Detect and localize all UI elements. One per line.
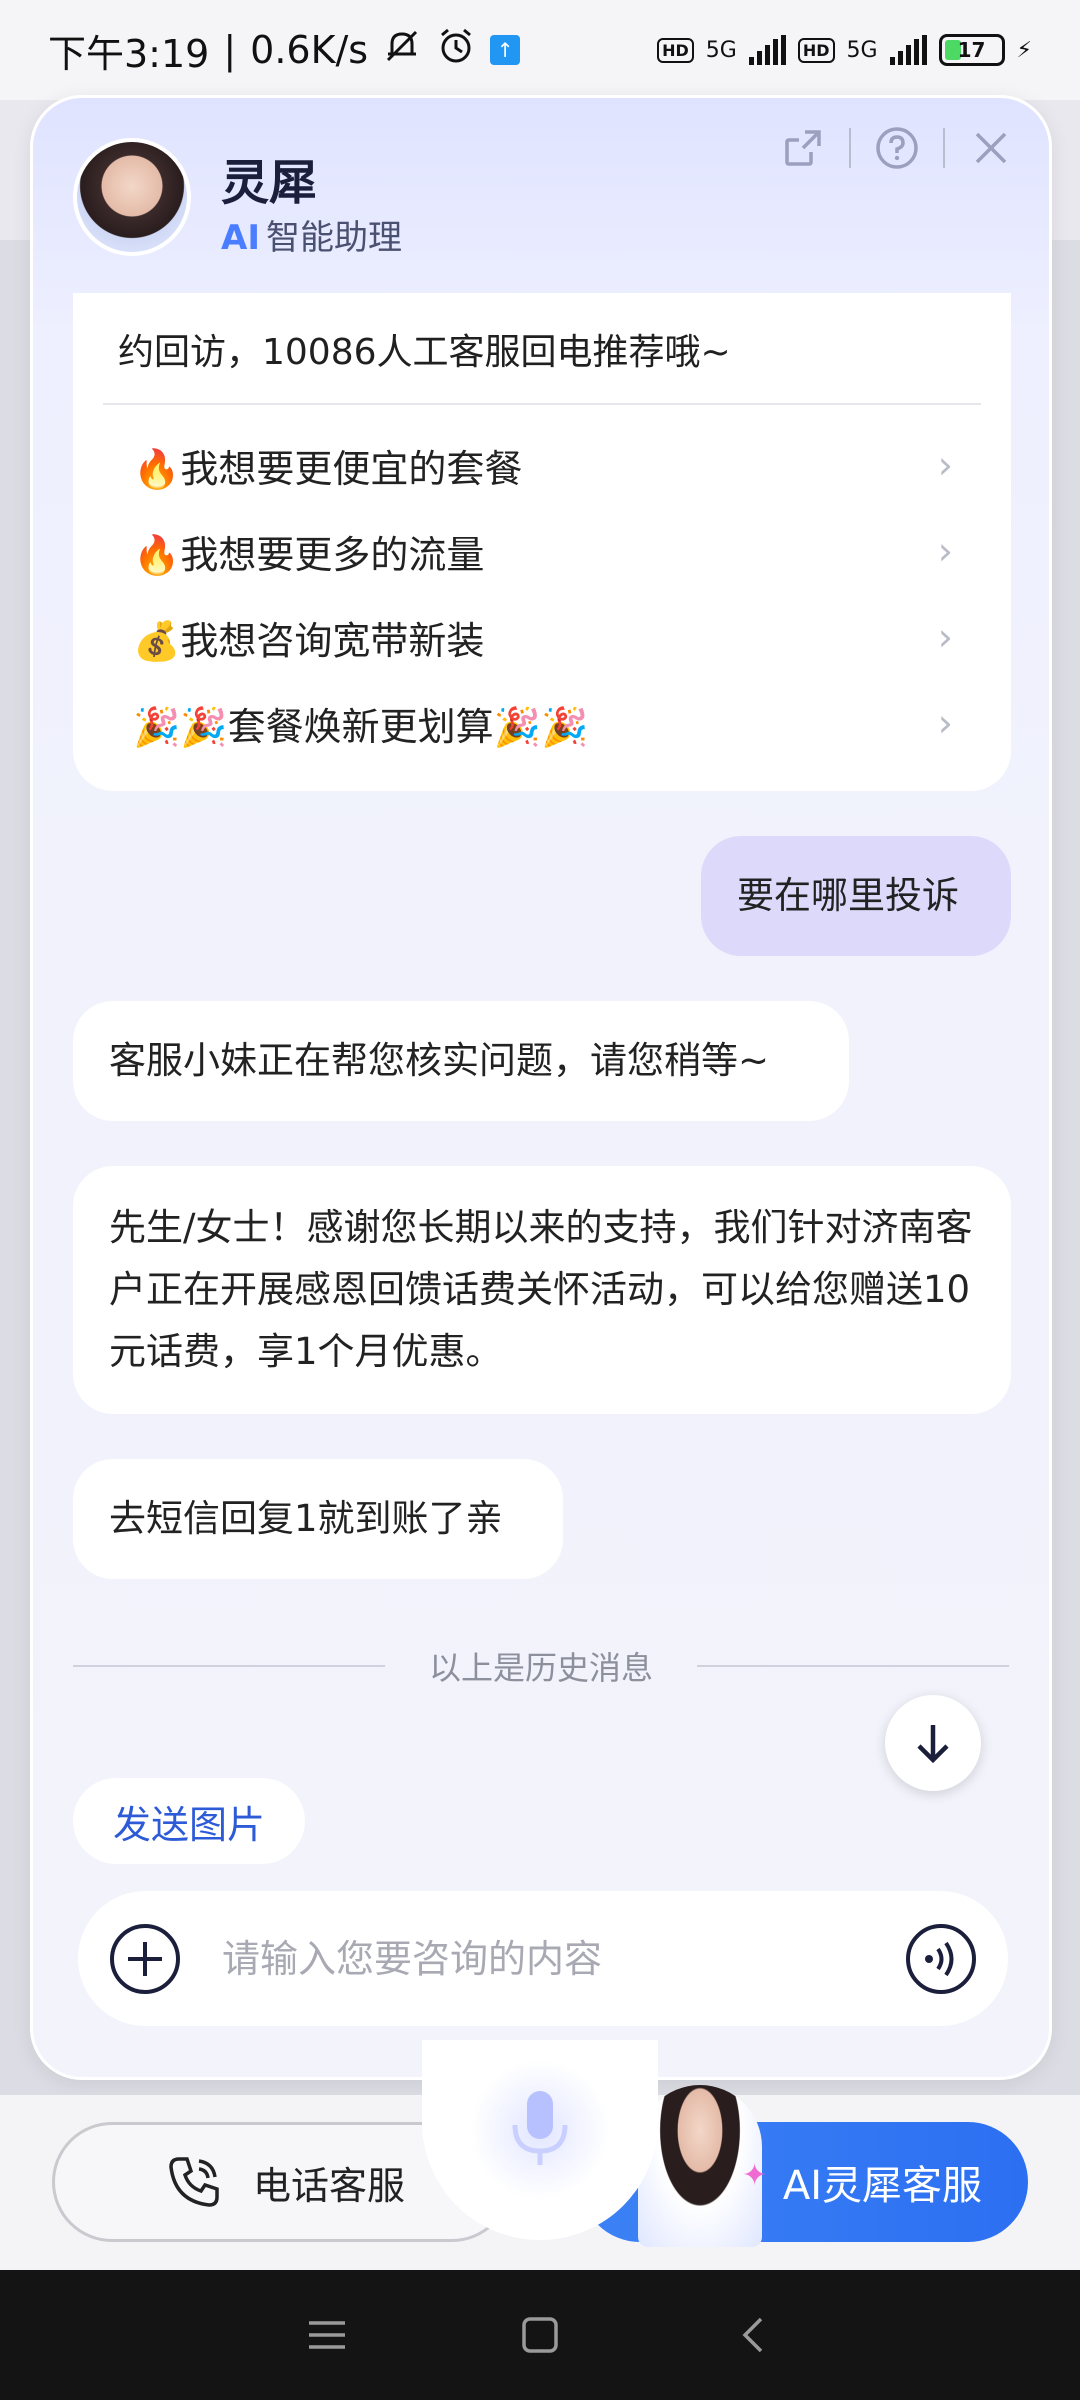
charging-icon: ⚡ — [1016, 37, 1032, 63]
header-separator — [943, 128, 945, 168]
bot-message: 先生/女士！感谢您长期以来的支持，我们针对济南客户正在开展感恩回馈话费关怀活动，… — [73, 1166, 1011, 1414]
voice-input-icon[interactable] — [904, 1922, 978, 1996]
quick-item-label: 套餐焕新更划算🎉🎉 — [227, 704, 589, 749]
status-bar: 下午3:19 | 0.6K/s ↑ HD 5G HD 5G 17 ⚡ — [0, 0, 1080, 100]
system-navigation-bar — [0, 2270, 1080, 2400]
upload-notification-icon: ↑ — [490, 35, 521, 65]
panel-header: 灵犀 AI 智能助理 — [33, 98, 1049, 293]
quick-item-broadband[interactable]: 💰我想咨询宽带新装 › — [133, 605, 953, 669]
chat-history[interactable]: 约回访，10086人工客服回电推荐哦~ 🔥我想要更便宜的套餐 › 🔥我想要更多的… — [33, 293, 1049, 1833]
assistant-panel: 灵犀 AI 智能助理 约回访，10086人工客服回电推荐哦~ 🔥我想要更便宜的套餐… — [30, 95, 1052, 2080]
history-divider-text: 以上是历史消息 — [429, 1649, 654, 1687]
quick-item-text: 🔥我想要更便宜的套餐 — [133, 438, 522, 493]
fire-icon: 🔥 — [133, 446, 181, 491]
phone-icon — [169, 2157, 219, 2207]
assistant-subtitle-text: 智能助理 — [265, 218, 402, 258]
network-label-1: 5G — [705, 37, 737, 63]
chevron-right-icon: › — [937, 443, 953, 487]
quick-item-label: 我想咨询宽带新装 — [180, 618, 485, 663]
phone-service-label: 电话客服 — [253, 2163, 406, 2208]
assistant-title: 灵犀 — [221, 155, 318, 211]
quick-reply-card: 约回访，10086人工客服回电推荐哦~ 🔥我想要更便宜的套餐 › 🔥我想要更多的… — [73, 293, 1011, 791]
chevron-right-icon: › — [937, 529, 953, 573]
status-speed: 0.6K/s — [250, 28, 369, 72]
bot-message: 客服小妹正在帮您核实问题，请您稍等~ — [73, 1001, 849, 1121]
party-popper-icon: 🎉🎉 — [133, 704, 228, 749]
battery-level: 17 — [957, 38, 986, 62]
status-time: 下午3:19 — [48, 31, 210, 76]
assistant-avatar — [73, 138, 191, 256]
signal-icon-2 — [889, 35, 927, 65]
alarm-icon — [436, 26, 476, 75]
quick-item-text: 💰我想咨询宽带新装 — [133, 610, 484, 665]
divider-line — [73, 1665, 385, 1667]
quick-item-more-data[interactable]: 🔥我想要更多的流量 › — [133, 519, 953, 583]
assistant-subtitle: AI 智能助理 — [221, 210, 402, 259]
quick-item-plan-upgrade[interactable]: 🎉🎉套餐焕新更划算🎉🎉 › — [133, 691, 953, 755]
help-icon[interactable] — [869, 120, 925, 176]
quick-item-label: 我想要更便宜的套餐 — [180, 446, 523, 491]
header-separator — [849, 128, 851, 168]
hd-badge-2: HD — [797, 37, 835, 63]
battery-icon: 17 — [938, 34, 1005, 66]
arrow-down-icon — [917, 1725, 949, 1764]
status-right: HD 5G HD 5G 17 ⚡ — [657, 34, 1032, 66]
scroll-to-bottom-button[interactable] — [885, 1695, 981, 1791]
home-icon[interactable] — [510, 2305, 570, 2365]
send-image-button[interactable]: 发送图片 — [73, 1778, 306, 1864]
money-bag-icon: 💰 — [133, 618, 181, 663]
ai-tag: AI — [221, 218, 260, 258]
history-divider: 以上是历史消息 — [73, 1643, 1010, 1689]
quick-item-text: 🎉🎉套餐焕新更划算🎉🎉 — [133, 696, 588, 751]
quick-item-text: 🔥我想要更多的流量 — [133, 524, 484, 579]
status-separator: | — [223, 28, 237, 72]
network-label-2: 5G — [846, 37, 878, 63]
menu-icon[interactable] — [297, 2305, 357, 2365]
signal-icon-1 — [748, 35, 786, 65]
add-icon[interactable] — [108, 1922, 182, 1996]
header-actions — [775, 120, 1019, 176]
share-icon[interactable] — [775, 120, 831, 176]
ai-service-label: AI灵犀客服 — [782, 2163, 982, 2209]
quick-item-label: 我想要更多的流量 — [180, 532, 485, 577]
quick-item-cheaper-plan[interactable]: 🔥我想要更便宜的套餐 › — [133, 433, 953, 497]
bot-message: 去短信回复1就到账了亲 — [73, 1459, 563, 1579]
fire-icon: 🔥 — [133, 532, 181, 577]
close-icon[interactable] — [963, 120, 1019, 176]
microphone-button[interactable] — [470, 2060, 610, 2200]
chevron-right-icon: › — [937, 701, 953, 745]
divider-line — [697, 1665, 1010, 1667]
hd-badge-1: HD — [657, 37, 694, 63]
microphone-icon — [512, 2091, 568, 2165]
user-message: 要在哪里投诉 — [701, 836, 1011, 956]
chevron-right-icon: › — [937, 615, 953, 659]
back-icon[interactable] — [723, 2305, 783, 2365]
mute-bell-icon — [382, 26, 422, 75]
card-divider — [103, 403, 981, 405]
message-composer — [78, 1891, 1008, 2026]
card-intro-text: 约回访，10086人工客服回电推荐哦~ — [118, 332, 731, 373]
message-input[interactable] — [222, 1936, 864, 1981]
sparkle-icon: ✦ — [742, 2158, 768, 2193]
status-left: 下午3:19 | 0.6K/s ↑ — [48, 23, 521, 78]
